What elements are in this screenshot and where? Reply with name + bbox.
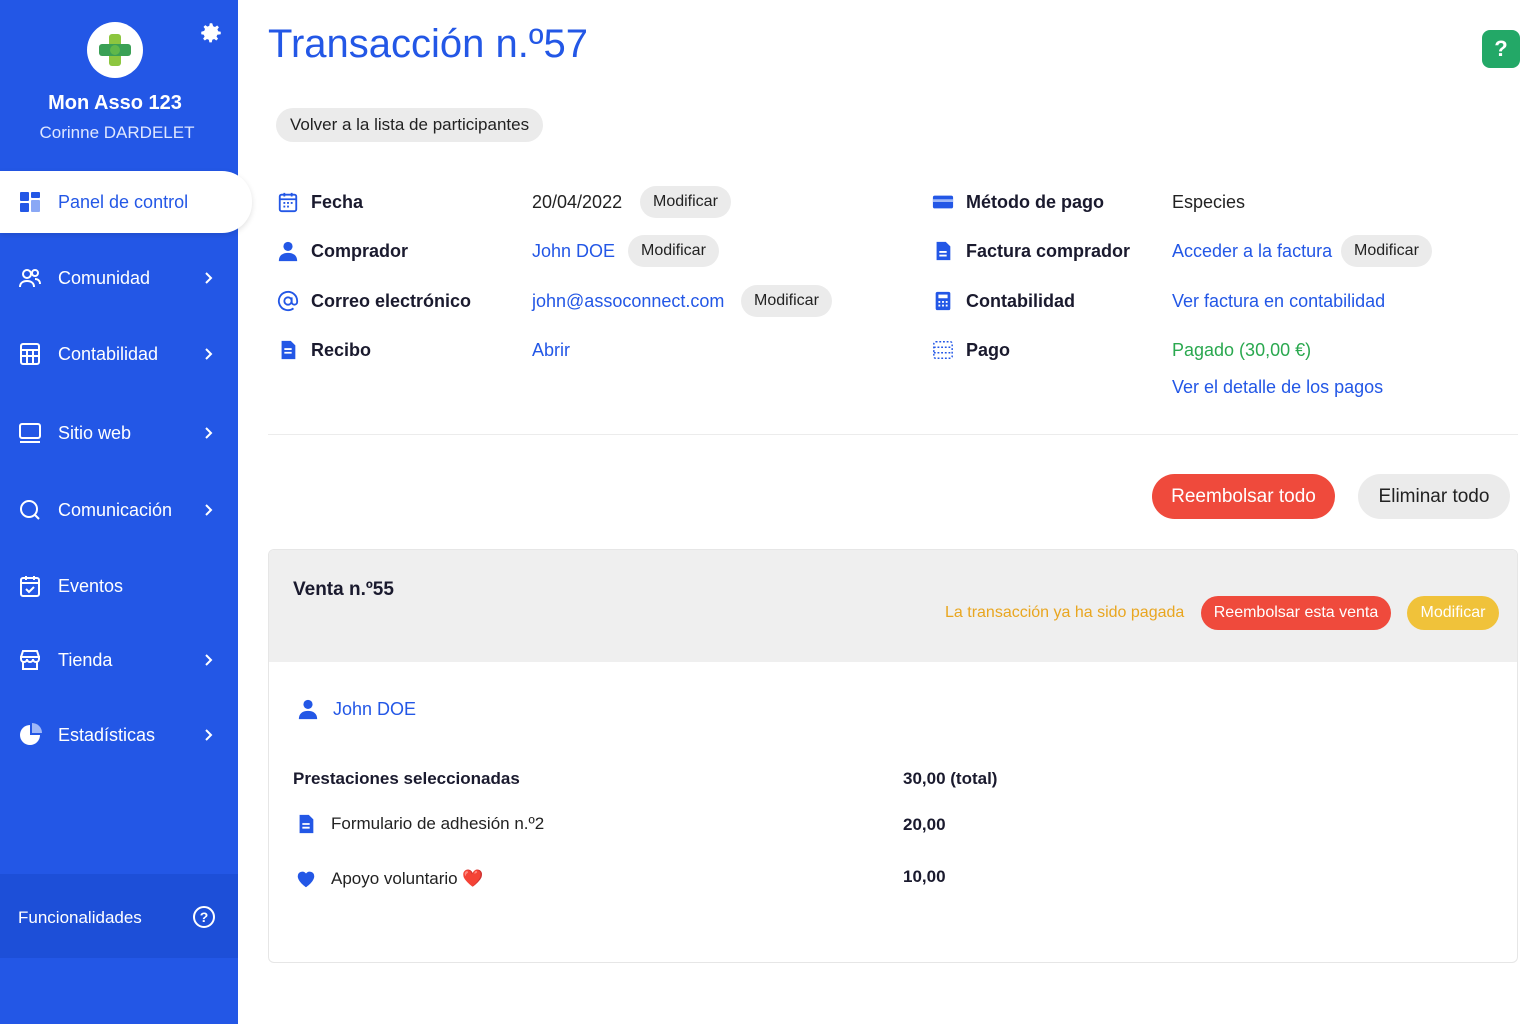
list-item: Apoyo voluntario ❤️: [295, 868, 484, 890]
chevron-right-icon: [205, 272, 213, 284]
sidebar-item-shop[interactable]: Tienda: [0, 631, 238, 689]
back-to-participants-button[interactable]: Volver a la lista de participantes: [276, 108, 544, 142]
chevron-right-icon: [205, 654, 213, 666]
email-label: Correo electrónico: [277, 290, 471, 312]
help-circle-icon[interactable]: ?: [192, 905, 216, 929]
sidebar-item-dashboard[interactable]: Panel de control: [0, 171, 252, 233]
puzzle-logo-icon: [99, 34, 131, 66]
sidebar-footer[interactable]: Funcionalidades ?: [0, 874, 238, 958]
chevron-right-icon: [205, 729, 213, 741]
sidebar-item-website[interactable]: Sitio web: [0, 404, 238, 462]
sale-card-header: Venta n.º55 La transacción ya ha sido pa…: [269, 550, 1517, 662]
email-link[interactable]: john@assoconnect.com: [532, 291, 724, 312]
list-item: Formulario de adhesión n.º2: [295, 813, 544, 835]
modify-buyer-button[interactable]: Modificar: [628, 235, 719, 267]
payment-method-label: Método de pago: [932, 191, 1104, 213]
features-label: Funcionalidades: [18, 908, 142, 927]
date-value: 20/04/2022: [532, 192, 623, 212]
sidebar-item-label: Comunidad: [58, 267, 151, 288]
modify-invoice-button[interactable]: Modificar: [1341, 235, 1432, 267]
sidebar-item-community[interactable]: Comunidad: [0, 249, 238, 307]
document-icon: [299, 814, 314, 834]
item-label: Apoyo voluntario ❤️: [331, 869, 484, 888]
selected-services-total: 30,00 (total): [903, 769, 998, 788]
chevron-right-icon: [205, 427, 213, 439]
item-amount: 10,00: [903, 867, 946, 886]
payment-status: Pagado (30,00 €): [1172, 340, 1312, 360]
accounting-label: Contabilidad: [932, 290, 1075, 312]
shop-icon: [20, 650, 40, 670]
view-payment-details-link[interactable]: Ver el detalle de los pagos: [1172, 377, 1383, 398]
payment-grid-icon: [933, 341, 953, 359]
sale-title: Venta n.º55: [293, 579, 394, 600]
chevron-right-icon: [205, 348, 213, 360]
sidebar-item-communication[interactable]: Comunicación: [0, 481, 238, 539]
calculator-icon: [20, 343, 40, 365]
access-invoice-link[interactable]: Acceder a la factura: [1172, 241, 1332, 262]
user-name: Corinne DARDELET: [39, 123, 195, 142]
community-icon: [19, 269, 41, 288]
chat-icon: [20, 500, 40, 520]
modify-date-button[interactable]: Modificar: [640, 186, 731, 218]
user-icon: [298, 699, 318, 720]
org-logo[interactable]: [87, 22, 143, 78]
paid-note: La transacción ya ha sido pagada: [945, 604, 1185, 621]
org-name: Mon Asso 123: [48, 92, 182, 114]
credit-card-icon: [932, 195, 954, 209]
payment-method-value: Especies: [1172, 192, 1246, 212]
sidebar-item-label: Eventos: [58, 575, 124, 596]
sale-buyer-link[interactable]: John DOE: [333, 699, 416, 720]
sidebar-header: Mon Asso 123 Corinne DARDELET: [0, 0, 238, 170]
sidebar-item-label: Contabilidad: [58, 343, 159, 364]
sidebar-item-events[interactable]: Eventos: [0, 557, 238, 615]
payment-label: Pago: [932, 339, 1010, 361]
divider: [268, 434, 1518, 435]
receipt-label: Recibo: [277, 339, 371, 361]
help-button[interactable]: ?: [1482, 30, 1520, 68]
page-title: Transacción n.º57: [268, 22, 588, 66]
calendar-icon: [20, 576, 40, 597]
sidebar-item-label: Panel de control: [58, 191, 189, 212]
buyer-label: Comprador: [277, 240, 408, 262]
sidebar-item-label: Comunicación: [58, 499, 173, 520]
view-invoice-accounting-link[interactable]: Ver factura en contabilidad: [1172, 291, 1385, 312]
delete-all-button[interactable]: Eliminar todo: [1358, 474, 1510, 519]
calendar-icon: [278, 192, 298, 213]
calculator-icon: [935, 291, 951, 311]
monitor-icon: [19, 423, 41, 443]
stats-icon: [20, 723, 42, 745]
svg-text:?: ?: [200, 909, 209, 925]
date-label: Fecha: [277, 191, 363, 213]
modify-email-button[interactable]: Modificar: [741, 285, 832, 317]
modify-sale-button[interactable]: Modificar: [1407, 596, 1499, 630]
selected-services-title: Prestaciones seleccionadas: [293, 769, 520, 788]
heart-icon: [297, 871, 315, 888]
user-icon: [278, 241, 298, 262]
buyer-link[interactable]: John DOE: [532, 241, 615, 262]
sidebar-item-label: Tienda: [58, 649, 113, 670]
sale-card: Venta n.º55 La transacción ya ha sido pa…: [268, 549, 1518, 963]
document-icon: [281, 340, 296, 360]
dashboard-icon: [20, 192, 40, 212]
sidebar-item-accounting[interactable]: Contabilidad: [0, 325, 238, 383]
chevron-right-icon: [205, 504, 213, 516]
sale-buyer: John DOE: [297, 698, 416, 720]
gear-icon[interactable]: [198, 20, 224, 46]
sidebar-item-label: Estadísticas: [58, 724, 156, 745]
open-receipt-link[interactable]: Abrir: [532, 340, 570, 361]
sidebar-item-label: Sitio web: [58, 422, 132, 443]
buyer-invoice-label: Factura comprador: [932, 240, 1130, 262]
refund-sale-button[interactable]: Reembolsar esta venta: [1201, 596, 1391, 630]
at-sign-icon: [277, 290, 299, 312]
sidebar: Mon Asso 123 Corinne DARDELET Panel de c…: [0, 0, 252, 1024]
sidebar-item-stats[interactable]: Estadísticas: [0, 706, 238, 764]
refund-all-button[interactable]: Reembolsar todo: [1152, 474, 1335, 519]
item-amount: 20,00: [903, 815, 946, 834]
item-label: Formulario de adhesión n.º2: [331, 814, 545, 833]
document-icon: [936, 241, 951, 261]
